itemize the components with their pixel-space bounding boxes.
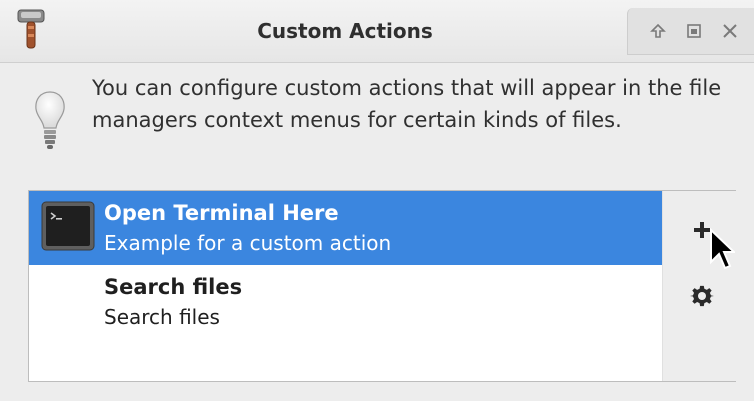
terminal-icon bbox=[41, 201, 95, 251]
gear-icon bbox=[690, 285, 714, 307]
actions-list-frame: Open Terminal Here Example for a custom … bbox=[28, 190, 736, 382]
window-title: Custom Actions bbox=[257, 19, 433, 43]
actions-list[interactable]: Open Terminal Here Example for a custom … bbox=[29, 191, 662, 381]
action-title: Open Terminal Here bbox=[104, 201, 339, 225]
list-item[interactable]: Search files Search files bbox=[29, 265, 662, 339]
custom-actions-window: Custom Actions You can configure custom … bbox=[0, 0, 754, 401]
action-buttons-panel bbox=[662, 191, 736, 381]
lightbulb-icon bbox=[35, 91, 65, 149]
maximize-icon[interactable] bbox=[682, 19, 706, 43]
action-subtitle: Search files bbox=[104, 305, 220, 329]
arrow-up-icon[interactable] bbox=[646, 19, 670, 43]
mouse-cursor-icon bbox=[710, 228, 735, 270]
action-title: Search files bbox=[104, 275, 243, 299]
edit-action-button[interactable] bbox=[687, 281, 717, 311]
close-icon[interactable] bbox=[718, 19, 742, 43]
info-text: You can configure custom actions that wi… bbox=[92, 76, 722, 132]
list-item[interactable]: Open Terminal Here Example for a custom … bbox=[29, 191, 662, 265]
title-bar[interactable]: Custom Actions bbox=[0, 0, 754, 63]
window-controls bbox=[627, 8, 754, 55]
action-subtitle: Example for a custom action bbox=[104, 231, 392, 255]
